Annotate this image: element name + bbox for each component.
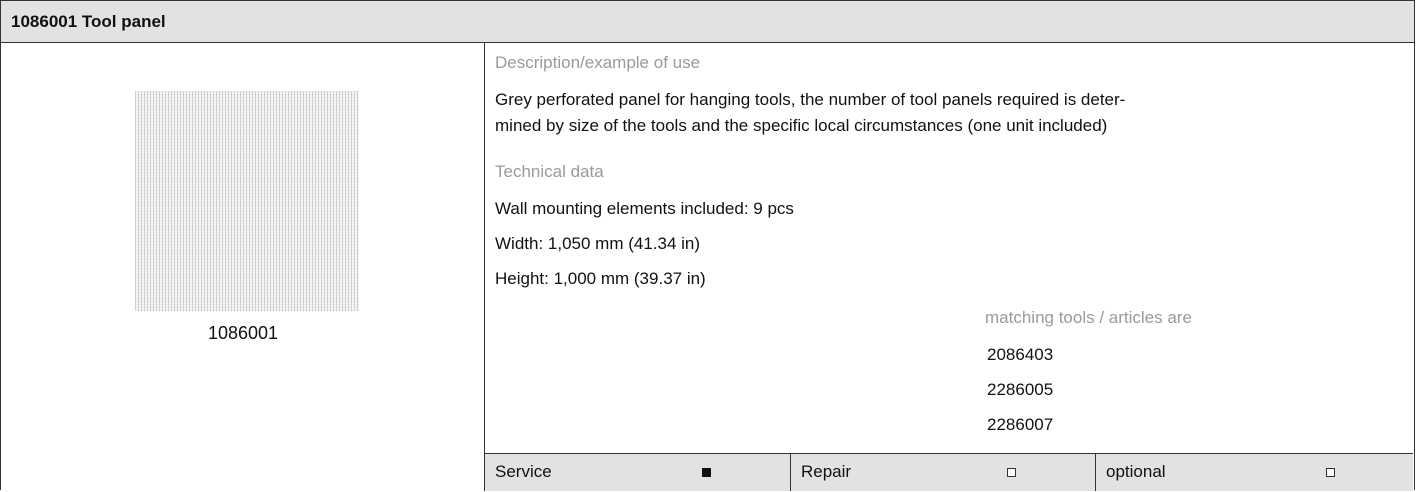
technical-heading: Technical data (495, 162, 604, 181)
repair-checkbox[interactable] (1007, 468, 1016, 477)
service-checkbox[interactable] (702, 468, 711, 477)
matching-item: 2286007 (987, 415, 1054, 434)
service-cell: Service (485, 454, 790, 491)
optional-label: optional (1106, 462, 1166, 481)
matching-item: 2086403 (987, 345, 1054, 364)
description-line-1: Grey perforated panel for hanging tools,… (495, 90, 1126, 109)
product-sheet: 1086001 Tool panel 1086001 Description/e… (0, 0, 1415, 491)
image-caption: 1086001 (207, 323, 279, 343)
repair-label: Repair (801, 462, 852, 481)
tool-panel-image (135, 91, 359, 311)
product-title: 1086001 Tool panel (11, 12, 166, 31)
optional-checkbox[interactable] (1326, 468, 1335, 477)
repair-cell: Repair (790, 454, 1095, 491)
service-options-bar: Service Repair optional (485, 453, 1413, 491)
matching-item: 2286005 (987, 380, 1054, 399)
technical-item: Width: 1,050 mm (41.34 in) (495, 234, 701, 253)
service-label: Service (495, 462, 552, 481)
technical-item: Wall mounting elements included: 9 pcs (495, 199, 794, 218)
title-bar: 1086001 Tool panel (1, 1, 1414, 43)
description-heading: Description/example of use (495, 53, 701, 72)
details-column: Description/example of use Grey perforat… (485, 43, 1413, 491)
optional-cell: optional (1095, 454, 1413, 491)
technical-item: Height: 1,000 mm (39.37 in) (495, 269, 706, 288)
matching-heading: matching tools / articles are (985, 308, 1192, 327)
image-column: 1086001 (1, 43, 485, 491)
description-line-2: mined by size of the tools and the speci… (495, 116, 1108, 135)
